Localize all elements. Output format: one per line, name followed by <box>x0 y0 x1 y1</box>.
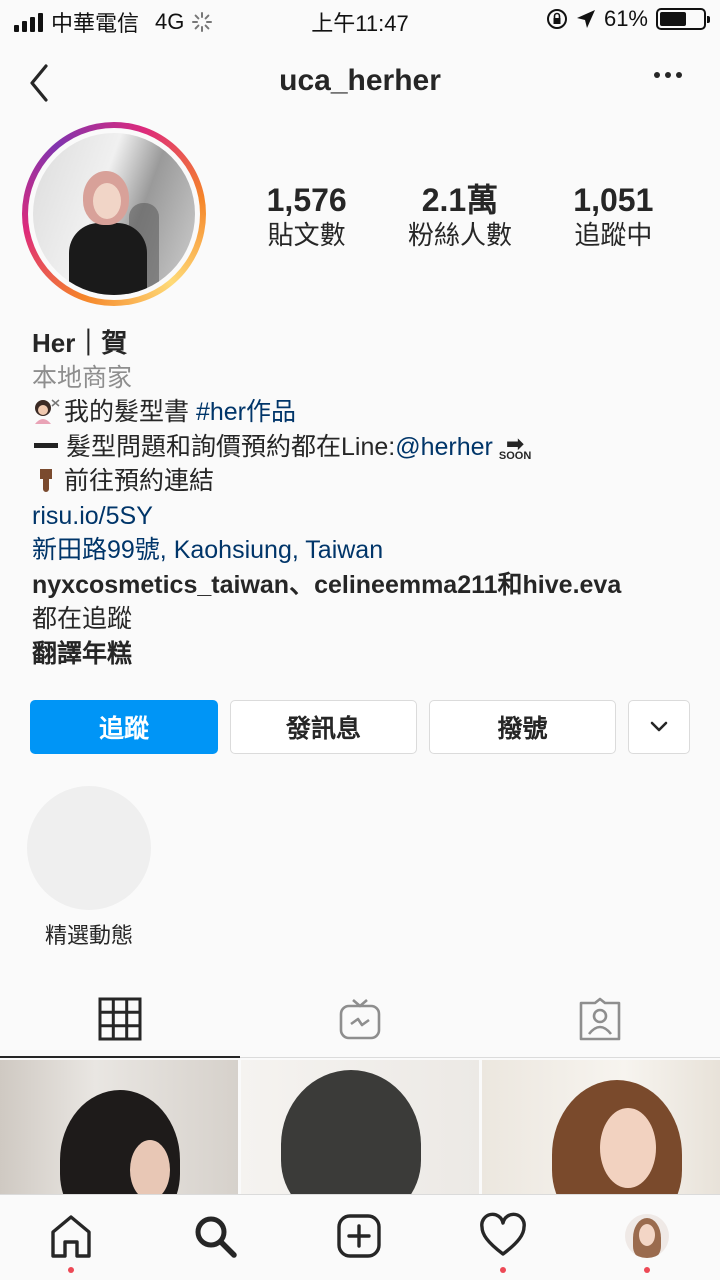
profile-stats: 1,576 貼文數 2.1萬 粉絲人數 1,051 追蹤中 <box>230 182 690 252</box>
nav-activity[interactable] <box>478 1211 528 1261</box>
battery-percent: 61% <box>603 6 648 31</box>
posts-count[interactable]: 1,576 貼文數 <box>230 182 383 252</box>
soon-arrow-emoji-icon: ➡ SOON <box>498 430 532 462</box>
nav-search[interactable] <box>190 1211 240 1261</box>
stat-value: 1,576 <box>266 182 347 218</box>
call-button[interactable]: 撥號 <box>429 700 616 754</box>
profile-avatar-icon <box>625 1214 669 1258</box>
search-icon <box>195 1216 237 1258</box>
followed-by-suffix: 都在追蹤 <box>32 605 133 633</box>
profile-username: uca_herher <box>279 64 441 97</box>
status-bar-right: 61% <box>546 6 710 32</box>
profile-avatar-story-ring[interactable] <box>22 122 206 306</box>
more-dot <box>665 72 671 78</box>
active-tab-indicator <box>0 1056 240 1058</box>
nav-new-post[interactable] <box>334 1211 384 1261</box>
nav-notification-dot <box>500 1267 506 1273</box>
bio-line-1: 我的髮型書 #her作品 <box>32 395 702 430</box>
bio-line-3: 前往預約連結 <box>32 464 702 499</box>
stat-value: 2.1萬 <box>421 182 499 218</box>
suggested-accounts-button[interactable] <box>628 700 690 754</box>
highlight-label: 精選動態 <box>44 923 133 948</box>
profile-avatar <box>33 133 195 295</box>
followers-count[interactable]: 2.1萬 粉絲人數 <box>383 182 536 252</box>
soon-label: SOON <box>498 449 532 462</box>
profile-tabs <box>0 980 720 1058</box>
business-category: 本地商家 <box>32 363 133 392</box>
nav-home[interactable] <box>46 1211 96 1261</box>
more-dot <box>654 72 660 78</box>
nav-notification-dot <box>68 1267 74 1273</box>
tab-igtv[interactable] <box>240 980 480 1058</box>
home-icon <box>51 1215 91 1258</box>
haircut-emoji-icon <box>35 399 60 424</box>
location-arrow-icon <box>576 10 595 28</box>
activity-heart-icon <box>480 1212 526 1256</box>
message-button[interactable]: 發訊息 <box>230 700 417 754</box>
orientation-lock-icon <box>546 9 567 29</box>
hashtag-link[interactable]: #her作品 <box>196 398 296 426</box>
tab-tagged[interactable] <box>480 980 720 1058</box>
bottom-navigation <box>0 1194 720 1280</box>
igtv-icon <box>339 999 381 1040</box>
profile-bio: Her｜賀 本地商家 我的髮型書 #her作品 髮型問題和詢價預約都在Line:… <box>32 326 702 671</box>
post-thumbnail[interactable] <box>241 1060 479 1194</box>
more-options-button[interactable] <box>654 72 682 78</box>
status-bar: 中華電信 4G 上午11:47 61% <box>0 0 720 40</box>
bio-line-2: 髮型問題和詢價預約都在Line:@herher ➡ SOON <box>32 430 702 465</box>
bio-text: 髮型問題和詢價預約都在Line: <box>66 432 396 461</box>
tagged-icon <box>579 997 621 1041</box>
story-highlight[interactable]: 精選動態 <box>26 786 152 950</box>
website-link[interactable]: risu.io/5SY <box>32 499 702 534</box>
pointing-down-emoji-icon <box>40 469 52 492</box>
line-handle-link[interactable]: @herher <box>395 433 493 461</box>
nav-profile[interactable] <box>622 1211 672 1261</box>
highlight-cover <box>27 786 151 910</box>
nav-notification-dot <box>644 1267 650 1273</box>
profile-action-buttons: 追蹤 發訊息 撥號 <box>30 700 690 754</box>
posts-grid <box>0 1060 720 1194</box>
address-link[interactable]: 新田路99號, Kaohsiung, Taiwan <box>32 533 702 568</box>
post-thumbnail[interactable] <box>0 1060 238 1194</box>
follow-button[interactable]: 追蹤 <box>30 700 218 754</box>
tab-posts-grid[interactable] <box>0 980 240 1058</box>
battery-icon <box>656 8 710 30</box>
stat-label: 粉絲人數 <box>407 220 512 250</box>
minus-emoji-icon <box>34 442 58 448</box>
stat-label: 追蹤中 <box>574 220 653 250</box>
stat-value: 1,051 <box>573 182 654 218</box>
chevron-down-icon <box>650 721 668 732</box>
tabs-divider <box>240 1057 720 1058</box>
following-count[interactable]: 1,051 追蹤中 <box>537 182 690 252</box>
add-post-icon <box>337 1214 381 1258</box>
profile-header: uca_herher <box>0 50 720 110</box>
translate-link[interactable]: 翻譯年糕 <box>32 637 702 672</box>
stat-label: 貼文數 <box>267 220 346 250</box>
display-name: Her｜賀 <box>32 328 128 358</box>
grid-icon <box>98 997 142 1041</box>
more-dot <box>676 72 682 78</box>
followed-by-accounts[interactable]: nyxcosmetics_taiwan、celineemma211和hive.e… <box>32 568 702 603</box>
post-thumbnail[interactable] <box>482 1060 720 1194</box>
bio-text: 前往預約連結 <box>64 467 215 495</box>
bio-text: 我的髮型書 <box>64 398 196 426</box>
